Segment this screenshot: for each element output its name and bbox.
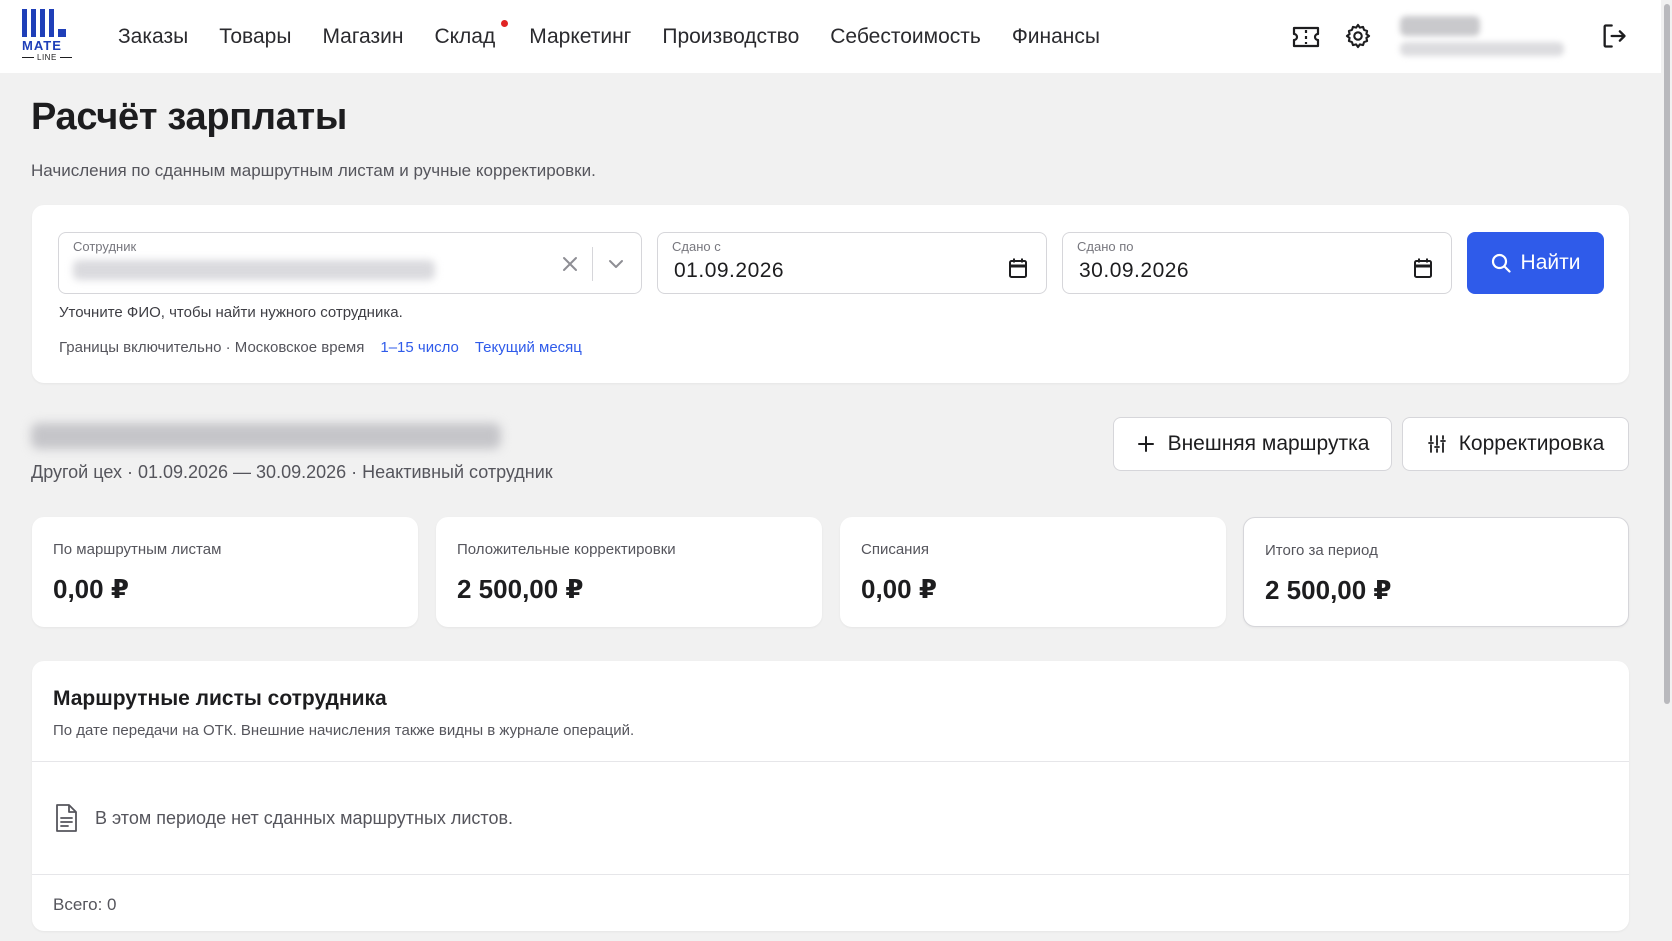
- divider: [32, 874, 1629, 875]
- find-button-label: Найти: [1520, 251, 1581, 274]
- clear-icon[interactable]: [561, 255, 579, 273]
- main-nav: Заказы Товары Магазин Склад Маркетинг Пр…: [118, 0, 1131, 73]
- notification-dot: [501, 19, 509, 27]
- employee-name: ████████████████████████████: [31, 423, 501, 449]
- period-presets: Границы включительно · Московское время …: [59, 339, 582, 356]
- user-profile[interactable]: ████████ ████████████████: [1400, 14, 1566, 60]
- nav-item-label: Магазин: [322, 24, 404, 48]
- logo-sub: LINE: [22, 53, 76, 62]
- route-sheets-title: Маршрутные листы сотрудника: [53, 687, 387, 710]
- date-from-field[interactable]: Сдано с 01.09.2026: [657, 232, 1047, 294]
- logout-icon[interactable]: [1600, 22, 1628, 50]
- summary-value: 2 500,00 ₽: [457, 574, 584, 604]
- preset-current-month-link[interactable]: Текущий месяц: [475, 339, 582, 356]
- nav-item-label: Маркетинг: [529, 24, 632, 48]
- ticket-icon[interactable]: [1291, 24, 1321, 50]
- document-icon: [56, 804, 77, 832]
- page-title: Расчёт зарплаты: [31, 96, 348, 138]
- chevron-down-icon[interactable]: [607, 255, 625, 273]
- summary-card-period-total: Итого за период 2 500,00 ₽: [1243, 517, 1629, 627]
- employee-hint: Уточните ФИО, чтобы найти нужного сотруд…: [59, 304, 403, 321]
- date-from-value[interactable]: 01.09.2026: [674, 259, 784, 283]
- route-sheets-card: Маршрутные листы сотрудника По дате пере…: [32, 661, 1629, 931]
- summary-value: 0,00 ₽: [861, 574, 937, 604]
- logo-word: MATE: [22, 38, 62, 53]
- plus-icon: [1137, 436, 1154, 452]
- employee-select[interactable]: Сотрудник ████████████████████████: [58, 232, 642, 294]
- nav-item-production[interactable]: Производство: [662, 25, 799, 49]
- bounds-note: Границы включительно · Московское время: [59, 339, 365, 356]
- route-sheets-subtitle: По дате передачи на ОТК. Внешние начисле…: [53, 722, 635, 739]
- nav-item-cost[interactable]: Себестоимость: [830, 25, 981, 49]
- adjustment-button[interactable]: Корректировка: [1402, 417, 1629, 471]
- route-sheets-total: Всего: 0: [53, 895, 117, 914]
- date-to-label: Сдано по: [1077, 239, 1134, 254]
- nav-item-shop[interactable]: Магазин: [322, 25, 403, 49]
- nav-item-marketing[interactable]: Маркетинг: [529, 25, 631, 49]
- calendar-icon[interactable]: [1008, 257, 1028, 279]
- nav-item-finance[interactable]: Финансы: [1012, 25, 1100, 49]
- calendar-icon[interactable]: [1413, 257, 1433, 279]
- employee-label: Сотрудник: [73, 239, 137, 254]
- user-name: ████████: [1400, 16, 1480, 36]
- employee-meta: Другой цех · 01.09.2026 — 30.09.2026 · Н…: [31, 462, 553, 482]
- search-icon: [1491, 253, 1511, 273]
- nav-item-label: Себестоимость: [830, 24, 981, 48]
- summary-card-deductions: Списания 0,00 ₽: [840, 517, 1226, 627]
- nav-item-label: Заказы: [118, 24, 189, 48]
- field-divider: [592, 247, 593, 281]
- filter-card: Сотрудник ████████████████████████ Сдано…: [32, 205, 1629, 383]
- summary-label: По маршрутным листам: [53, 541, 222, 558]
- empty-state-text: В этом периоде нет сданных маршрутных ли…: [95, 807, 514, 828]
- summary-label: Итого за период: [1265, 542, 1378, 559]
- date-to-field[interactable]: Сдано по 30.09.2026: [1062, 232, 1452, 294]
- divider: [32, 761, 1629, 762]
- gear-icon[interactable]: [1344, 22, 1372, 50]
- add-external-route-button[interactable]: Внешняя маршрутка: [1113, 417, 1392, 471]
- date-from-label: Сдано с: [672, 239, 721, 254]
- empty-state: В этом периоде нет сданных маршрутных ли…: [53, 803, 513, 833]
- user-email: ████████████████: [1400, 42, 1564, 56]
- employee-value: ████████████████████████: [73, 260, 435, 280]
- summary-value: 0,00 ₽: [53, 574, 129, 604]
- summary-label: Положительные корректировки: [457, 541, 676, 558]
- app-logo[interactable]: MATE LINE: [22, 9, 76, 65]
- nav-item-label: Производство: [662, 24, 800, 48]
- adjustment-button-label: Корректировка: [1458, 432, 1605, 455]
- find-button[interactable]: Найти: [1467, 232, 1604, 294]
- nav-item-label: Товары: [219, 24, 292, 48]
- nav-item-orders[interactable]: Заказы: [118, 25, 188, 49]
- nav-item-warehouse[interactable]: Склад: [434, 19, 509, 49]
- summary-value: 2 500,00 ₽: [1265, 575, 1392, 605]
- date-to-value[interactable]: 30.09.2026: [1079, 259, 1189, 283]
- page-subtitle: Начисления по сданным маршрутным листам …: [31, 161, 596, 180]
- summary-card-route-sheets: По маршрутным листам 0,00 ₽: [32, 517, 418, 627]
- add-external-route-label: Внешняя маршрутка: [1167, 432, 1370, 455]
- sliders-icon: [1427, 435, 1446, 453]
- top-bar: MATE LINE Заказы Товары Магазин Склад Ма…: [0, 0, 1672, 73]
- scrollbar-thumb[interactable]: [1664, 4, 1670, 704]
- nav-item-products[interactable]: Товары: [219, 25, 291, 49]
- summary-card-positive-adjustments: Положительные корректировки 2 500,00 ₽: [436, 517, 822, 627]
- summary-label: Списания: [861, 541, 929, 558]
- preset-half-month-link[interactable]: 1–15 число: [380, 339, 459, 356]
- nav-item-label: Финансы: [1011, 24, 1100, 48]
- logo-bars: [22, 9, 76, 37]
- nav-item-label: Склад: [434, 24, 496, 48]
